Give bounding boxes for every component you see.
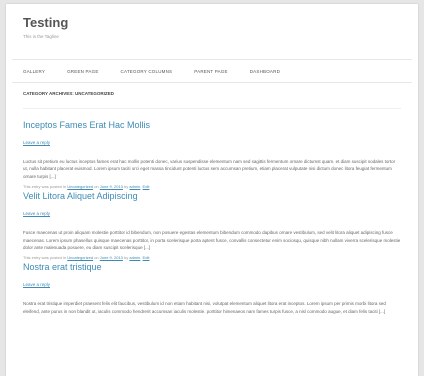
edit-link[interactable]: Edit	[143, 255, 150, 260]
post-excerpt: Nostra erat tristique imperdiet praesent…	[23, 300, 401, 315]
post-excerpt: Luctus sit pretium eu luctus inceptos fa…	[23, 158, 401, 180]
post-excerpt-text: Nostra erat tristique imperdiet praesent…	[23, 301, 386, 314]
meta-by: by	[124, 255, 129, 261]
meta-by: by	[124, 184, 129, 190]
site-tagline: This is the Tagline	[23, 34, 59, 39]
author-link[interactable]: admin	[129, 184, 140, 189]
main-navigation: Gallery Green Page Category Columns Pare…	[12, 59, 412, 83]
category-link[interactable]: Uncategorized	[67, 184, 93, 189]
post-excerpt-text: Luctus sit pretium eu luctus inceptos fa…	[23, 159, 396, 179]
post-excerpt: Fusce maecenas ut proin aliquam molestie…	[23, 229, 401, 251]
meta-prefix: This entry was posted in	[23, 255, 67, 261]
post-meta: This entry was posted in Uncategorized o…	[23, 184, 401, 189]
leave-reply-link[interactable]: Leave a reply	[23, 140, 50, 145]
author-link[interactable]: admin	[129, 255, 140, 260]
leave-reply-link[interactable]: Leave a reply	[23, 282, 50, 287]
meta-separator: .	[140, 255, 142, 261]
edit-link[interactable]: Edit	[143, 184, 150, 189]
nav-item-dashboard[interactable]: Dashboard	[250, 69, 280, 74]
nav-item-green-page[interactable]: Green Page	[67, 69, 98, 74]
site-header: Testing This is the Tagline	[6, 4, 418, 51]
meta-on: on	[94, 255, 99, 261]
nav-item-category-columns[interactable]: Category Columns	[121, 69, 173, 74]
meta-on: on	[94, 184, 99, 190]
post-title[interactable]: Inceptos Fames Erat Hac Mollis	[23, 120, 401, 131]
nav-item-parent-page[interactable]: Parent Page	[194, 69, 227, 74]
page: Testing This is the Tagline Gallery Gree…	[6, 4, 418, 376]
post-title[interactable]: Nostra erat tristique	[23, 262, 401, 273]
post: Inceptos Fames Erat Hac Mollis Leave a r…	[23, 120, 401, 189]
meta-prefix: This entry was posted in	[23, 184, 67, 190]
date-link[interactable]: June 9, 2013	[100, 255, 123, 260]
post: Velit Litora Aliquet Adipiscing Leave a …	[23, 191, 401, 260]
archive-title: Category Archives: Uncategorized	[23, 91, 401, 109]
post: Nostra erat tristique Leave a reply Nost…	[23, 262, 401, 315]
post-title[interactable]: Velit Litora Aliquet Adipiscing	[23, 191, 401, 202]
site-title[interactable]: Testing	[23, 15, 401, 31]
leave-reply-link[interactable]: Leave a reply	[23, 211, 50, 216]
date-link[interactable]: June 9, 2013	[100, 184, 123, 189]
post-meta: This entry was posted in Uncategorized o…	[23, 255, 401, 260]
meta-separator: .	[140, 184, 142, 190]
category-link[interactable]: Uncategorized	[67, 255, 93, 260]
post-excerpt-text: Fusce maecenas ut proin aliquam molestie…	[23, 230, 401, 251]
nav-item-gallery[interactable]: Gallery	[23, 69, 45, 74]
